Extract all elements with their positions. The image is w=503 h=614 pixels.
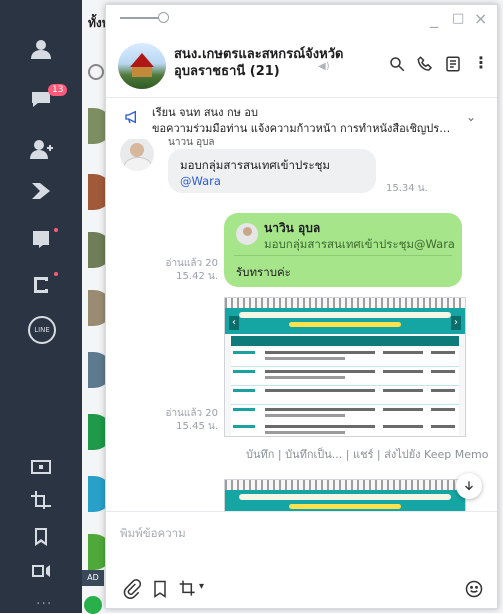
opacity-slider-knob[interactable]	[158, 12, 169, 23]
scroll-down-button[interactable]	[456, 473, 482, 499]
call-dot	[54, 272, 58, 276]
poster-header	[225, 308, 465, 334]
announcement-banner[interactable]: เรียน จนท สนง กษ อบ ขอความร่วมมือท่าน แจ…	[106, 97, 497, 141]
poster-header	[225, 490, 465, 511]
search-icon[interactable]	[388, 55, 406, 73]
compose-toolbar: ▾	[106, 571, 497, 608]
group-avatar[interactable]	[118, 43, 166, 89]
quoted-avatar	[236, 223, 258, 245]
screen-capture-icon[interactable]	[28, 454, 54, 480]
attach-icon[interactable]	[122, 579, 142, 599]
image-message[interactable]	[224, 479, 466, 511]
keep-icon[interactable]	[150, 579, 170, 599]
chat-window: _ □ × สนง.เกษตรและสหกรณ์จังหวัดอุบลราชธา…	[105, 4, 498, 609]
read-receipt: อ่านแล้ว 20 15.45 น.	[158, 407, 218, 433]
more-dots-icon[interactable]: ···	[36, 596, 52, 612]
maximize-button[interactable]: □	[452, 11, 464, 26]
ad-badge: AD	[82, 570, 104, 586]
openchat-icon[interactable]	[28, 226, 54, 252]
poster-row	[231, 348, 459, 367]
message-text: รับทราบค่ะ	[236, 265, 291, 279]
window-titlebar: _ □ ×	[106, 5, 497, 41]
speaker-icon[interactable]	[28, 558, 54, 584]
keep-icon[interactable]	[28, 524, 54, 550]
poster-row	[231, 386, 459, 405]
friends-icon[interactable]	[28, 36, 54, 62]
more-menu-icon[interactable]: ⋮	[473, 53, 489, 72]
line-logo-icon[interactable]: LINE	[28, 316, 56, 344]
mute-icon: ◀)	[318, 61, 330, 72]
notes-icon[interactable]	[444, 55, 462, 73]
outgoing-reply-bubble[interactable]: นาวิน อุบล มอบกลุ่มสารสนเทศเข้าประชุม@Wa…	[224, 213, 462, 287]
crop-icon[interactable]	[28, 488, 54, 514]
app-sidebar: 13 LINE ···	[0, 0, 82, 613]
message-input[interactable]	[118, 520, 482, 546]
chevron-down-icon[interactable]: ⌄	[466, 110, 476, 124]
chevron-down-icon[interactable]: ▾	[199, 581, 204, 592]
read-count: อ่านแล้ว 20	[165, 408, 218, 419]
message-list: นาวิน อุบล มอบกลุ่มสารสนเทศเข้าประชุม @W…	[106, 139, 497, 511]
read-count: อ่านแล้ว 20	[165, 258, 218, 269]
message-time: 15.34 น.	[386, 183, 428, 194]
message-time: 15.45 น.	[176, 421, 218, 432]
poster-row	[231, 422, 459, 436]
quote-divider	[234, 255, 452, 256]
sender-avatar[interactable]	[120, 139, 154, 171]
message-compose	[106, 511, 497, 572]
poster-next-icon: ›	[451, 316, 461, 330]
message-time: 15.42 น.	[176, 271, 218, 282]
chat-count-badge: 13	[48, 84, 68, 96]
openchat-dot	[54, 228, 58, 232]
quoted-text: มอบกลุ่มสารสนเทศเข้าประชุม@Wara	[264, 237, 455, 251]
image-message[interactable]: ‹ ›	[224, 297, 466, 437]
poster-prev-icon: ‹	[229, 316, 239, 330]
minimize-button[interactable]: _	[430, 9, 438, 28]
add-friend-icon[interactable]	[28, 136, 54, 162]
list-avatar[interactable]	[84, 596, 102, 614]
phone-icon[interactable]	[416, 55, 434, 73]
read-receipt: อ่านแล้ว 20 15.42 น.	[162, 257, 218, 283]
mention-link[interactable]: @Wara	[180, 173, 364, 189]
call-history-icon[interactable]	[28, 272, 54, 298]
poster-table-header	[231, 336, 459, 346]
poster-row	[231, 367, 459, 386]
megaphone-icon	[124, 109, 140, 125]
opacity-slider-track[interactable]	[120, 17, 162, 19]
announcement-text: ขอความร่วมมือท่าน แจ้งความก้าวหน้า การทำ…	[152, 122, 452, 135]
chat-header: สนง.เกษตรและสหกรณ์จังหวัดอุบลราชธานี (21…	[106, 41, 497, 91]
message-text: มอบกลุ่มสารสนเทศเข้าประชุม	[180, 158, 331, 172]
group-title[interactable]: สนง.เกษตรและสหกรณ์จังหวัดอุบลราชธานี (21…	[174, 46, 394, 80]
close-button[interactable]: ×	[474, 9, 487, 28]
image-actions[interactable]: บันทึก | บันทึกเป็น... | แชร์ | ส่งไปยัง…	[246, 445, 488, 463]
poster-binding	[225, 298, 465, 308]
timeline-icon[interactable]	[28, 178, 54, 204]
screenshot-icon[interactable]	[178, 579, 198, 599]
search-icon[interactable]	[88, 64, 104, 80]
poster-binding	[225, 480, 465, 490]
arrow-down-icon	[465, 481, 473, 491]
incoming-message-bubble[interactable]: มอบกลุ่มสารสนเทศเข้าประชุม @Wara	[168, 149, 376, 193]
emoji-icon[interactable]	[464, 579, 484, 599]
